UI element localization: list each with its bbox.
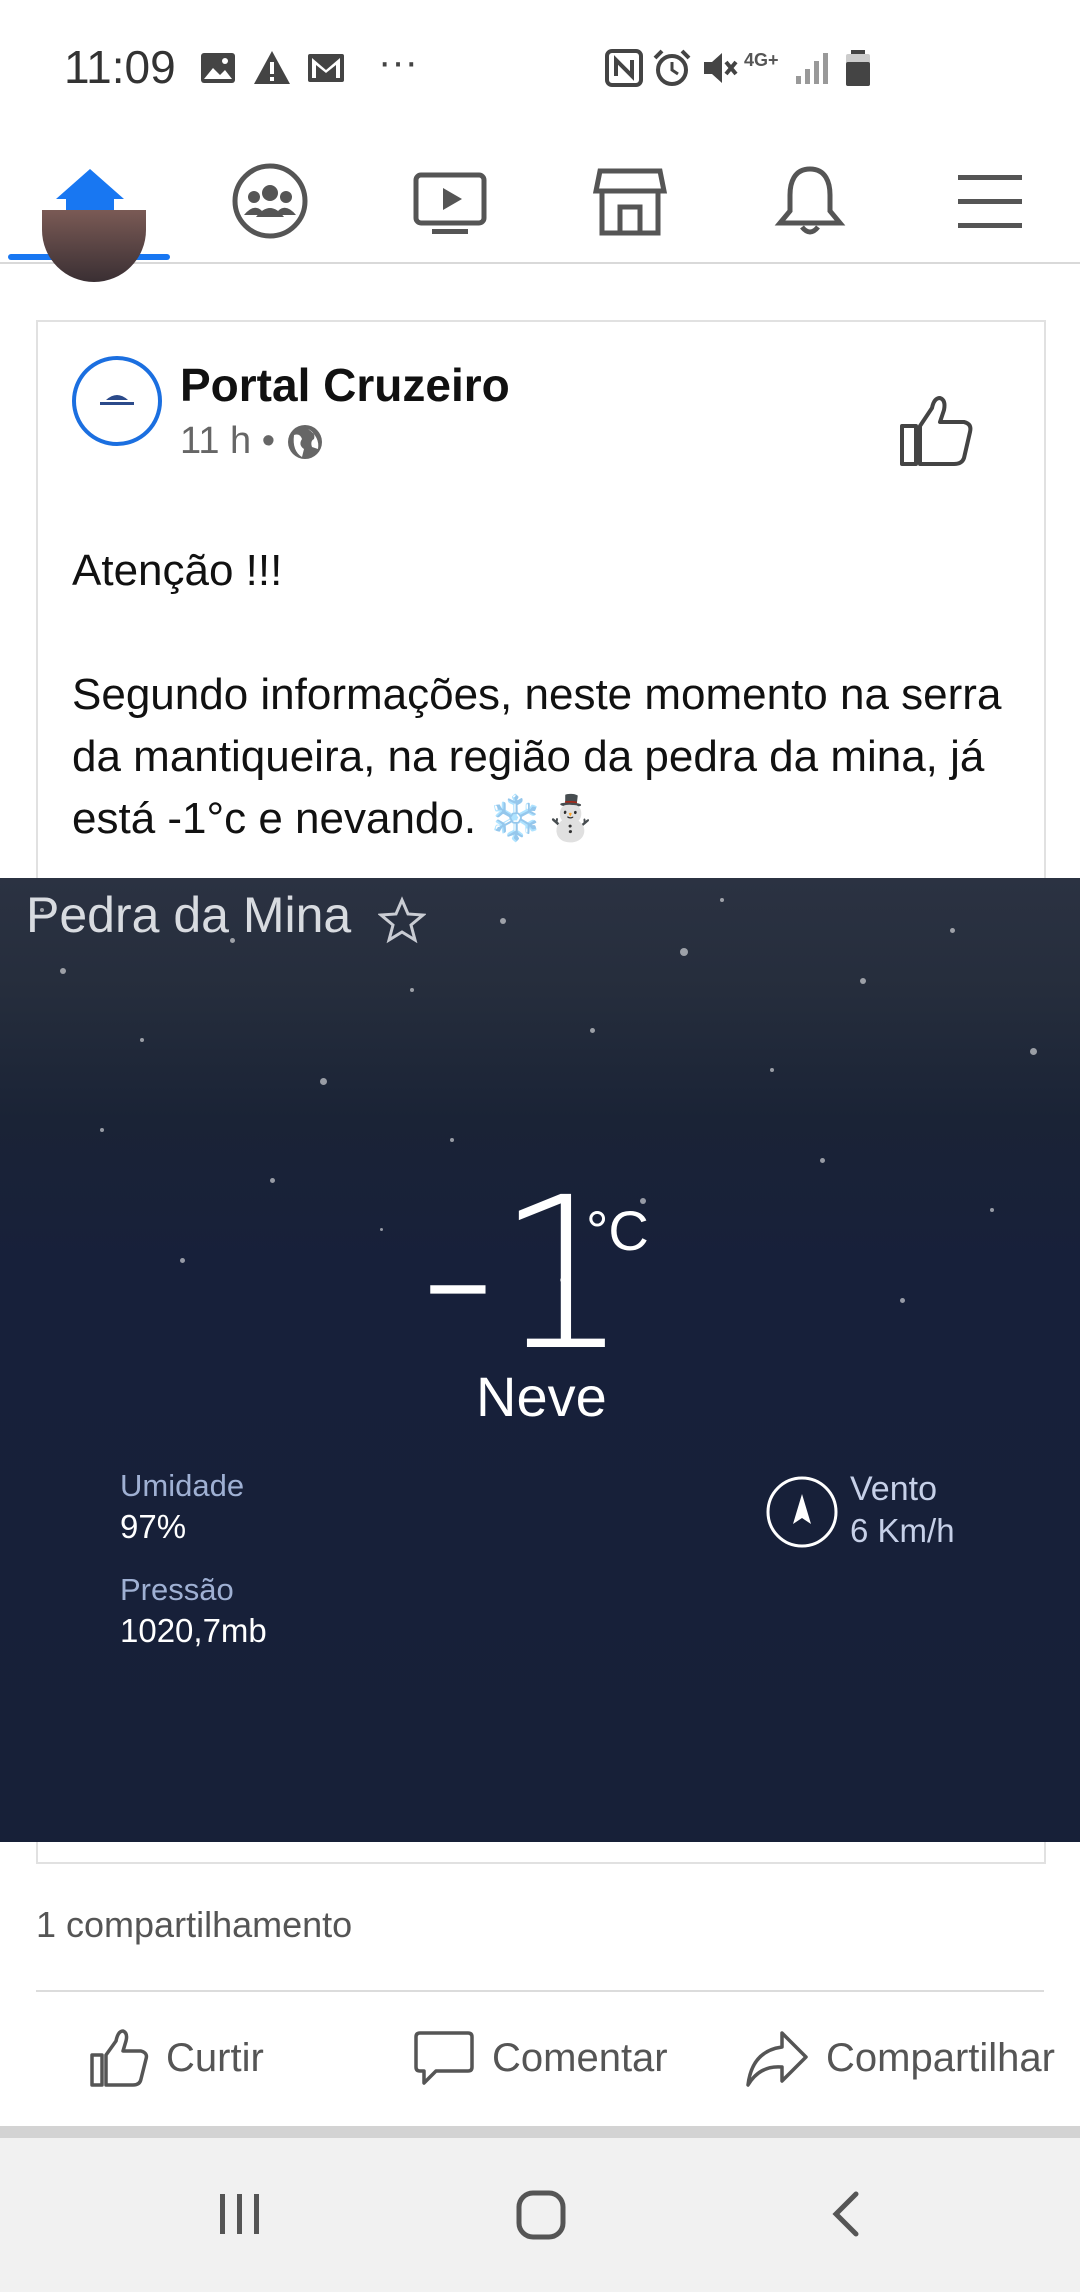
thumbs-up-icon [90, 2029, 149, 2087]
post-text-line1: Atenção !!! [72, 546, 283, 595]
more-dots-icon: ··· [378, 40, 418, 84]
tab-notifications[interactable] [720, 140, 900, 262]
like-page-thumb-icon[interactable] [896, 390, 976, 470]
4g-icon: 4G+ [744, 50, 779, 70]
signal-icon [796, 53, 828, 84]
alarm-icon [653, 49, 691, 86]
status-time: 11:09 [64, 41, 176, 93]
comment-icon [414, 2031, 474, 2085]
wind-label: Vento [850, 1470, 937, 1508]
like-label: Curtir [166, 2035, 264, 2080]
post-time-text: 11 h • [180, 420, 275, 462]
wind-compass-icon [766, 1476, 838, 1548]
gmail-icon [308, 54, 344, 82]
post-timestamp[interactable]: 11 h • [180, 420, 324, 463]
alert-icon [254, 51, 290, 84]
comment-label: Comentar [492, 2035, 668, 2080]
like-button[interactable]: Curtir [88, 2028, 264, 2088]
home-button-icon[interactable] [514, 2188, 570, 2244]
mute-icon [704, 53, 738, 83]
wind-value: 6 Km/h [850, 1512, 955, 1549]
pressure-value: 1020,7mb [120, 1612, 267, 1649]
watch-icon [413, 172, 487, 234]
weather-location: Pedra da Mina [26, 887, 352, 943]
status-bar: 11:09 ··· 4G+ [0, 0, 1080, 140]
pressure-label: Pressão [120, 1572, 234, 1607]
back-button-icon[interactable] [822, 2188, 870, 2240]
tab-watch[interactable] [360, 140, 540, 262]
nfc-icon [605, 49, 643, 87]
tab-marketplace[interactable] [540, 140, 720, 262]
system-navigation-bar [0, 2126, 1080, 2292]
share-button[interactable]: Compartilhar [744, 2028, 1055, 2088]
tab-groups[interactable] [180, 140, 360, 262]
page-avatar[interactable] [72, 356, 162, 446]
previous-post-avatar[interactable] [42, 210, 146, 282]
recent-apps-icon[interactable] [214, 2188, 266, 2240]
tab-menu[interactable] [900, 140, 1080, 262]
groups-icon [232, 163, 308, 239]
humidity-label: Umidade [120, 1468, 245, 1503]
comment-button[interactable]: Comentar [412, 2028, 668, 2088]
post-text: Atenção !!! Segundo informações, neste m… [72, 540, 1032, 850]
humidity-value: 97% [120, 1508, 187, 1545]
portal-logo-icon [100, 395, 134, 405]
divider [36, 1990, 1044, 1992]
weather-temperature-unit: °C [586, 1199, 649, 1262]
hamburger-menu-icon [958, 175, 1022, 228]
marketplace-icon [592, 168, 668, 236]
image-icon [201, 53, 235, 83]
share-arrow-icon [746, 2031, 808, 2087]
post-text-body: Segundo informações, neste momento na se… [72, 670, 1002, 843]
bell-icon [774, 166, 846, 235]
globe-icon [287, 425, 322, 459]
facebook-nav-bar [0, 140, 1080, 264]
page-name[interactable]: Portal Cruzeiro [180, 358, 510, 412]
favorite-star-icon [378, 896, 426, 944]
battery-icon [846, 50, 870, 86]
weather-condition: Neve [476, 1365, 607, 1428]
shares-count[interactable]: 1 compartilhamento [36, 1904, 352, 1946]
share-label: Compartilhar [826, 2035, 1055, 2080]
